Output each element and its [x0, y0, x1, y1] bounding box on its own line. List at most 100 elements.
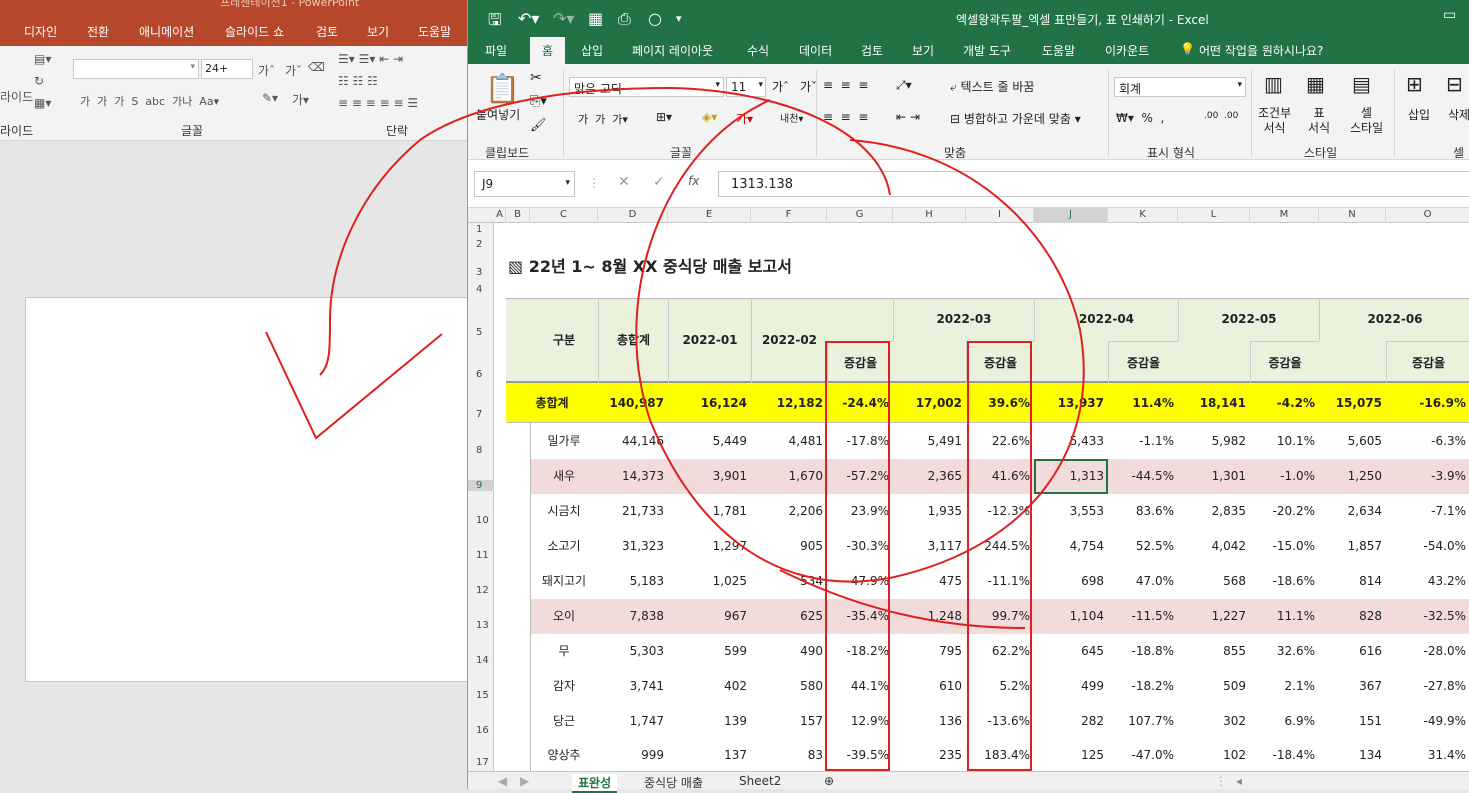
data-cell[interactable]: 616 [1319, 634, 1386, 669]
column-header[interactable]: C [530, 208, 598, 223]
insert-cells-icon[interactable]: ⊞ [1406, 72, 1423, 96]
data-cell[interactable]: -7.1% [1386, 494, 1469, 529]
sheet-tab-active[interactable]: 표완성 [572, 774, 618, 793]
header-month[interactable]: 2022-04 [1034, 298, 1178, 341]
header-change[interactable]: 증감율 [1386, 341, 1469, 383]
row-label[interactable]: 오이 [530, 599, 598, 634]
selected-cell-j9[interactable] [1034, 459, 1108, 494]
prev-sheet-icon[interactable]: ◀ [498, 774, 507, 788]
total-cell[interactable]: 12,182 [751, 383, 827, 423]
enter-icon[interactable]: ✓ [653, 174, 665, 190]
undo-icon[interactable]: ↶▾ [518, 9, 539, 28]
header-month[interactable]: 2022-03 [893, 298, 1034, 341]
layout-icon[interactable]: ▤▾ [34, 52, 51, 66]
border-icon[interactable]: ⊞▾ [656, 110, 672, 124]
data-cell[interactable]: 3,901 [668, 459, 751, 494]
highlight-box-g[interactable] [825, 341, 890, 771]
data-cell[interactable]: 83 [751, 739, 827, 771]
add-sheet-icon[interactable]: ⊕ [824, 774, 834, 788]
data-cell[interactable]: 999 [598, 739, 668, 771]
data-cell[interactable]: 1,301 [1178, 459, 1250, 494]
row-label[interactable]: 돼지고기 [530, 564, 598, 599]
tell-me-search[interactable]: 어떤 작업을 원하시나요? [1199, 42, 1323, 59]
data-cell[interactable]: 134 [1319, 739, 1386, 771]
total-cell[interactable]: 140,987 [598, 383, 668, 423]
data-cell[interactable]: 568 [1178, 564, 1250, 599]
sheet-tab-3[interactable]: Sheet2 [739, 774, 781, 788]
row-label[interactable]: 감자 [530, 669, 598, 704]
data-cell[interactable]: 7,838 [598, 599, 668, 634]
data-cell[interactable]: 534 [751, 564, 827, 599]
sheet-tab-2[interactable]: 중식당 매출 [644, 774, 703, 791]
font-color-icon[interactable]: 가▾ [736, 110, 753, 127]
column-header[interactable]: D [598, 208, 668, 223]
data-cell[interactable]: 3,117 [893, 529, 966, 564]
ppt-tab-review[interactable]: 검토 [316, 23, 338, 40]
ppt-tab-view[interactable]: 보기 [367, 23, 389, 40]
row-label[interactable]: 밀가루 [530, 423, 598, 459]
ppt-tab-slideshow[interactable]: 슬라이드 쇼 [225, 23, 284, 40]
data-cell[interactable]: 1,670 [751, 459, 827, 494]
format-table-button[interactable]: 표 서식 [1308, 106, 1330, 136]
data-cell[interactable]: -18.4% [1250, 739, 1319, 771]
ribbon-display-icon[interactable]: ▭ [1443, 7, 1456, 23]
column-header[interactable]: O [1386, 208, 1469, 223]
insert-cells-button[interactable]: 삽입 [1408, 106, 1430, 123]
column-header[interactable]: E [668, 208, 751, 223]
tab-help[interactable]: 도움말 [1042, 42, 1075, 59]
reset-icon[interactable]: ↻ [34, 74, 44, 88]
tab-split-grip[interactable]: ⋮ [1215, 774, 1227, 788]
data-cell[interactable]: 31.4% [1386, 739, 1469, 771]
data-cell[interactable]: 1,104 [1034, 599, 1108, 634]
data-cell[interactable]: 137 [668, 739, 751, 771]
header-month[interactable]: 2022-02 [751, 298, 827, 383]
data-cell[interactable]: 1,227 [1178, 599, 1250, 634]
wrap-text-button[interactable]: ⤶ 텍스트 줄 바꿈 [950, 78, 1034, 95]
shrink-font-icon[interactable]: 가ˇ [800, 78, 817, 95]
delete-cells-icon[interactable]: ⊟ [1446, 72, 1463, 96]
font-name-select[interactable]: 맑은 고딕 ▾ [569, 77, 724, 97]
data-cell[interactable]: 43.2% [1386, 564, 1469, 599]
copy-icon[interactable]: ⎘▾ [530, 94, 547, 109]
conditional-format-icon[interactable]: ▥ [1264, 72, 1283, 96]
total-cell[interactable]: 16,124 [668, 383, 751, 423]
header-month[interactable]: 2022-01 [668, 298, 751, 383]
data-cell[interactable]: -44.5% [1108, 459, 1178, 494]
column-header[interactable]: A [494, 208, 506, 223]
data-cell[interactable]: -3.9% [1386, 459, 1469, 494]
data-cell[interactable]: -1.0% [1250, 459, 1319, 494]
data-cell[interactable]: 282 [1034, 704, 1108, 739]
data-cell[interactable]: 107.7% [1108, 704, 1178, 739]
cell-styles-button[interactable]: 셀 스타일 [1350, 106, 1383, 136]
delete-cells-button[interactable]: 삭제 [1448, 106, 1469, 123]
data-cell[interactable]: 905 [751, 529, 827, 564]
paste-icon[interactable]: 📋 [485, 72, 520, 105]
data-cell[interactable]: 5,982 [1178, 423, 1250, 459]
clear-format-icon[interactable]: ⌫ [308, 60, 325, 74]
fill-color-icon[interactable]: ◈▾ [702, 110, 717, 124]
bullets-icon[interactable]: ☰▾ ☰▾ ⇤ ⇥ [338, 52, 403, 66]
data-cell[interactable]: 102 [1178, 739, 1250, 771]
data-cell[interactable]: 2,206 [751, 494, 827, 529]
tab-file[interactable]: 파일 [485, 42, 507, 59]
data-cell[interactable]: 814 [1319, 564, 1386, 599]
grow-font-icon[interactable]: 가ˆ [258, 62, 275, 79]
data-cell[interactable]: 828 [1319, 599, 1386, 634]
data-cell[interactable]: 44,146 [598, 423, 668, 459]
row-label[interactable]: 시금치 [530, 494, 598, 529]
ppt-slide[interactable] [25, 297, 470, 682]
data-cell[interactable]: -27.8% [1386, 669, 1469, 704]
cut-icon[interactable]: ✂ [530, 70, 542, 86]
cancel-icon[interactable]: ✕ [618, 174, 630, 190]
column-header[interactable]: I [966, 208, 1034, 223]
data-cell[interactable]: 4,481 [751, 423, 827, 459]
horizontal-align-icons[interactable]: ≡ ≡ ≡ [823, 110, 868, 124]
accounting-percent-comma-icons[interactable]: ₩▾ % , [1116, 111, 1164, 125]
data-cell[interactable]: 4,042 [1178, 529, 1250, 564]
data-cell[interactable]: -11.5% [1108, 599, 1178, 634]
orientation-icon[interactable]: ⤢▾ [896, 78, 912, 93]
row-label[interactable]: 양상추 [530, 739, 598, 771]
data-cell[interactable]: 499 [1034, 669, 1108, 704]
header-change[interactable]: 증감율 [1108, 341, 1178, 383]
data-cell[interactable]: 698 [1034, 564, 1108, 599]
